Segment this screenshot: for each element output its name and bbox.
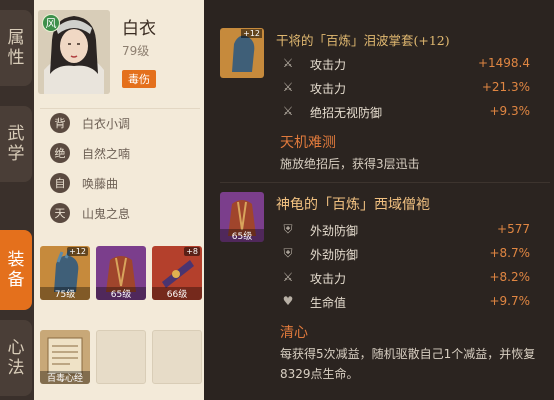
skill-item[interactable]: 背 白衣小调 bbox=[50, 113, 130, 133]
stat-label: 攻击力 bbox=[310, 272, 347, 286]
stat-label: 攻击力 bbox=[310, 58, 347, 72]
skill-seal: 绝 bbox=[50, 143, 70, 163]
stat-value: +21.3% bbox=[481, 80, 530, 94]
character-portrait[interactable]: 风 bbox=[38, 10, 110, 94]
enhance-level: +8 bbox=[184, 247, 200, 256]
stat-row: ♥ 生命值 +9.7% bbox=[280, 294, 530, 311]
skill-name: 白衣小调 bbox=[82, 116, 131, 131]
item-icon-gloves: +12 bbox=[220, 28, 264, 78]
item-title: 神龟的「百炼」西域僧袍 bbox=[276, 197, 430, 213]
enhance-level: +12 bbox=[241, 29, 262, 38]
character-name: 白衣 bbox=[122, 19, 156, 39]
enhance-level: +12 bbox=[67, 247, 88, 256]
stat-row: ⛨ 外劲防御 +577 bbox=[280, 222, 530, 239]
skill-item[interactable]: 天 山鬼之息 bbox=[50, 203, 130, 223]
inner-art-slots: 百毒心经 bbox=[38, 330, 204, 390]
divider bbox=[220, 182, 550, 183]
sword-icon: ⚔ bbox=[282, 80, 294, 94]
tab-attributes[interactable]: 属性 bbox=[0, 10, 32, 86]
stat-row: ⚔ 攻击力 +21.3% bbox=[280, 80, 530, 97]
sword-icon: ⚔ bbox=[282, 270, 294, 284]
tab-martial-arts[interactable]: 武学 bbox=[0, 106, 32, 182]
stat-row: ⛨ 外劲防御 +8.7% bbox=[280, 246, 530, 263]
skill-name: 山鬼之息 bbox=[82, 206, 131, 221]
stat-value: +8.7% bbox=[489, 246, 530, 260]
damage-type-tag: 毒伤 bbox=[122, 70, 156, 88]
set-effect-name: 清心 bbox=[280, 325, 308, 341]
gear-slot-gloves[interactable]: +12 75级 bbox=[40, 246, 90, 300]
skill-seal: 天 bbox=[50, 203, 70, 223]
stat-value: +1498.4 bbox=[477, 56, 530, 70]
stat-label: 攻击力 bbox=[310, 82, 347, 96]
stat-label: 外劲防御 bbox=[310, 248, 359, 262]
gear-slot-robe[interactable]: 65级 bbox=[96, 246, 146, 300]
sword-icon: ⚔ bbox=[282, 104, 294, 118]
stat-row: ⚔ 攻击力 +1498.4 bbox=[280, 56, 530, 73]
stat-label: 生命值 bbox=[310, 296, 347, 310]
set-effect-desc: 施放绝招后，获得3层迅击 bbox=[280, 157, 420, 171]
set-effect-name: 天机难测 bbox=[280, 135, 336, 151]
inner-art-slot-empty[interactable] bbox=[96, 330, 146, 384]
side-tab-bar: 属性 武学 装备 心法 bbox=[0, 0, 34, 400]
gear-slot-accessory[interactable]: +8 66级 bbox=[152, 246, 202, 300]
inner-art-slot-book[interactable]: 百毒心经 bbox=[40, 330, 90, 384]
shield-icon: ⛨ bbox=[283, 222, 293, 236]
skill-list: 背 白衣小调 绝 自然之喃 自 唤藤曲 天 山鬼之息 bbox=[40, 108, 200, 232]
tab-equipment[interactable]: 装备 bbox=[0, 230, 32, 310]
character-panel: 风 白衣 79级 毒伤 背 白衣小调 绝 自然之喃 自 唤藤曲 天 山鬼之息 +… bbox=[34, 0, 204, 400]
set-effect-desc: 每获得5次减益，随机驱散自己1个减益，并恢复8329点生命。 bbox=[280, 347, 536, 381]
heart-icon: ♥ bbox=[282, 294, 294, 308]
shield-icon: ⛨ bbox=[283, 246, 293, 260]
tab-inner-art[interactable]: 心法 bbox=[0, 320, 32, 396]
element-badge: 风 bbox=[42, 14, 60, 32]
item-title: 干将的「百炼」泪波掌套(+12) bbox=[276, 33, 450, 48]
stat-label: 绝招无视防御 bbox=[310, 106, 383, 120]
skill-item[interactable]: 自 唤藤曲 bbox=[50, 173, 118, 193]
item-level: 65级 bbox=[220, 229, 264, 242]
stat-value: +9.7% bbox=[489, 294, 530, 308]
stat-value: +9.3% bbox=[489, 104, 530, 118]
skill-item[interactable]: 绝 自然之喃 bbox=[50, 143, 130, 163]
skill-seal: 背 bbox=[50, 113, 70, 133]
item-icon-robe: 65级 bbox=[220, 192, 264, 242]
skill-seal: 自 bbox=[50, 173, 70, 193]
gear-level: 65级 bbox=[96, 287, 146, 300]
gear-level: 66级 bbox=[152, 287, 202, 300]
stat-row: ⚔ 绝招无视防御 +9.3% bbox=[280, 104, 530, 121]
skill-name: 自然之喃 bbox=[82, 146, 131, 161]
stat-label: 外劲防御 bbox=[310, 224, 359, 238]
stat-value: +577 bbox=[497, 222, 530, 236]
character-level: 79级 bbox=[122, 44, 150, 58]
sword-icon: ⚔ bbox=[282, 56, 294, 70]
gear-level: 75级 bbox=[40, 287, 90, 300]
skill-name: 唤藤曲 bbox=[82, 176, 119, 191]
equipment-detail-panel: +12 干将的「百炼」泪波掌套(+12) ⚔ 攻击力 +1498.4 ⚔ 攻击力… bbox=[210, 0, 554, 400]
book-name: 百毒心经 bbox=[40, 371, 90, 384]
stat-value: +8.2% bbox=[489, 270, 530, 284]
stat-row: ⚔ 攻击力 +8.2% bbox=[280, 270, 530, 287]
inner-art-slot-empty[interactable] bbox=[152, 330, 202, 384]
equipment-slots: +12 75级 65级 +8 66级 bbox=[38, 246, 204, 306]
